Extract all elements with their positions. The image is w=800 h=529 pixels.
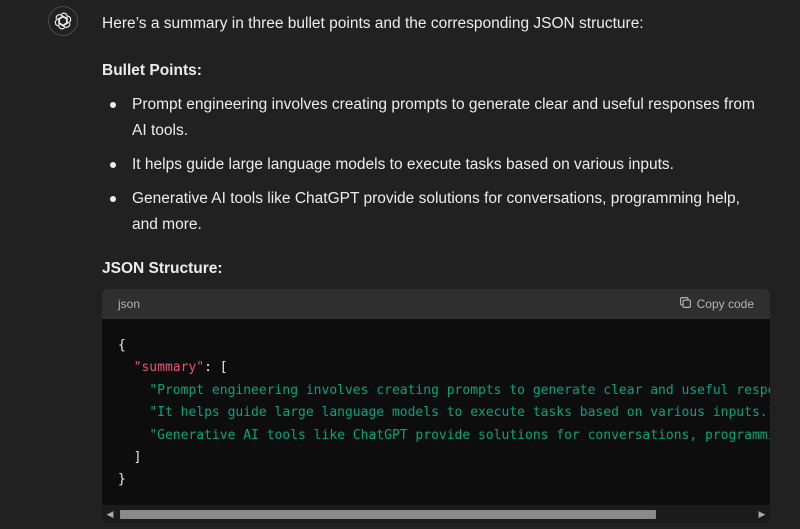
bullet-dot [110, 162, 116, 168]
scrollbar-thumb[interactable] [120, 510, 656, 519]
bullet-list: Prompt engineering involves creating pro… [102, 92, 762, 246]
scrollbar-track[interactable] [118, 505, 754, 523]
horizontal-scrollbar[interactable]: ◀ ▶ [102, 505, 770, 523]
code-header: json Copy code [102, 289, 770, 319]
json-string-item-1: "Prompt engineering involves creating pr… [149, 382, 770, 398]
bullet-points-heading: Bullet Points: [102, 62, 202, 79]
json-string-item-3: "Generative AI tools like ChatGPT provid… [149, 427, 770, 443]
list-item: Generative AI tools like ChatGPT provide… [102, 186, 762, 238]
assistant-avatar [48, 6, 78, 36]
bullet-text: Prompt engineering involves creating pro… [132, 96, 755, 139]
copy-icon [679, 296, 692, 312]
openai-logo-icon [53, 11, 73, 31]
code-block: json Copy code { "summary": [ "Prompt en… [102, 289, 770, 523]
code-content[interactable]: { "summary": [ "Prompt engineering invol… [102, 319, 770, 504]
code-line-open-brace: { [118, 338, 126, 353]
scroll-left-arrow-icon[interactable]: ◀ [102, 505, 118, 523]
list-item: Prompt engineering involves creating pro… [102, 92, 762, 144]
message-intro: Here’s a summary in three bullet points … [102, 15, 644, 32]
scroll-right-arrow-icon[interactable]: ▶ [754, 505, 770, 523]
json-key-summary: "summary" [133, 360, 205, 376]
bullet-text: Generative AI tools like ChatGPT provide… [132, 190, 740, 233]
bullet-dot [110, 102, 116, 108]
code-language-label: json [118, 297, 141, 311]
code-line-close-bracket: ] [133, 450, 142, 466]
json-string-item-2: "It helps guide large language models to… [149, 405, 770, 421]
bullet-dot [110, 196, 116, 202]
list-item: It helps guide large language models to … [102, 152, 762, 178]
copy-code-button[interactable]: Copy code [679, 296, 754, 312]
copy-code-label: Copy code [696, 297, 754, 311]
json-structure-heading: JSON Structure: [102, 260, 223, 277]
json-key-separator: : [ [204, 360, 228, 376]
code-line-close-brace: } [118, 472, 126, 488]
bullet-text: It helps guide large language models to … [132, 156, 674, 173]
